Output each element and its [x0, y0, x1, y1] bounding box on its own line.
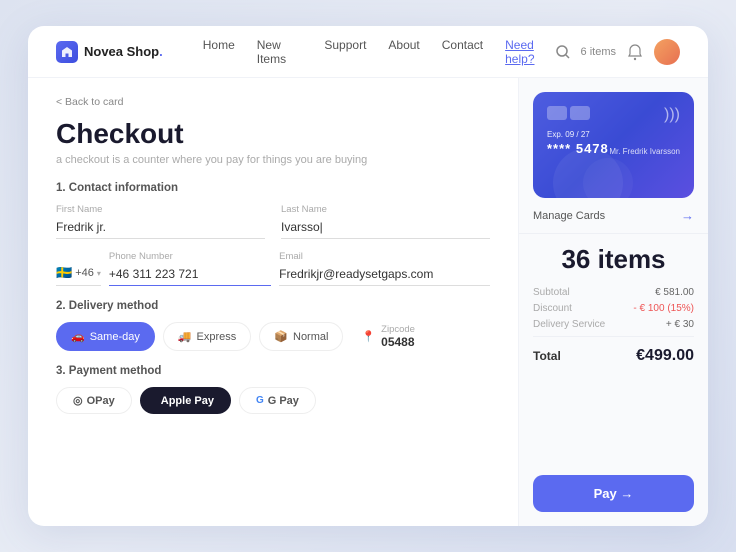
last-name-field: Last Name — [281, 204, 490, 239]
nfc-icon: ))) — [664, 106, 680, 124]
phone-field: Phone Number — [109, 251, 271, 286]
zipcode-value: 05488 — [381, 335, 415, 349]
order-summary: Subtotal € 581.00 Discount - € 100 (15%)… — [519, 281, 708, 467]
normal-icon: 📦 — [274, 330, 288, 343]
summary-divider — [533, 336, 694, 337]
logo-text: Novea Shop. — [84, 44, 163, 59]
nav-contact[interactable]: Contact — [442, 38, 483, 66]
nav-support[interactable]: Support — [324, 38, 366, 66]
same-day-icon: 🚗 — [71, 330, 85, 343]
express-label: Express — [197, 331, 237, 343]
phone-input[interactable] — [109, 264, 271, 286]
main-card: Novea Shop. Home New Items Support About… — [28, 26, 708, 526]
first-name-label: First Name — [56, 204, 265, 215]
zipcode-wrap: 📍 Zipcode 05488 — [361, 324, 415, 349]
express-icon: 🚚 — [178, 330, 192, 343]
email-field: Email — [279, 251, 490, 286]
pay-opay[interactable]: ◎ OPay — [56, 387, 132, 414]
logo: Novea Shop. — [56, 41, 163, 63]
nav-home[interactable]: Home — [203, 38, 235, 66]
opay-icon: ◎ — [73, 394, 83, 407]
normal-label: Normal — [293, 331, 328, 343]
phone-label: Phone Number — [109, 251, 271, 262]
nav-items-count: 6 items — [581, 46, 616, 58]
items-count-section: 36 items — [519, 234, 708, 281]
first-name-input[interactable] — [56, 217, 265, 239]
nav-need-help[interactable]: Need help? — [505, 38, 554, 66]
first-name-field: First Name — [56, 204, 265, 239]
gpay-icon: G — [256, 395, 264, 406]
country-code: +46 — [75, 267, 94, 279]
logo-icon — [56, 41, 78, 63]
manage-cards-label: Manage Cards — [533, 210, 605, 222]
nav-new-items[interactable]: New Items — [257, 38, 303, 66]
back-link[interactable]: < Back to card — [56, 96, 490, 108]
zipcode-label: Zipcode — [381, 324, 415, 335]
chip-block-1 — [547, 106, 567, 120]
pay-applepay[interactable]: Apple Pay — [140, 387, 231, 414]
chip-block-2 — [570, 106, 590, 120]
payment-section: 3. Payment method ◎ OPay Apple Pay G G P… — [56, 365, 490, 414]
last-name-input[interactable] — [281, 217, 490, 239]
delivery-row: Delivery Service + € 30 — [533, 319, 694, 330]
delivery-section: 2. Delivery method 🚗 Same-day 🚚 Express … — [56, 300, 490, 351]
email-label: Email — [279, 251, 490, 262]
phone-row: 🇸🇪 +46 ▾ Phone Number Email — [56, 251, 490, 286]
card-holder-name: Mr. Fredrik Ivarsson — [609, 147, 680, 156]
nav-right: 6 items — [555, 39, 680, 65]
bell-icon[interactable] — [626, 43, 644, 61]
subtotal-value: € 581.00 — [655, 287, 694, 298]
name-row: First Name Last Name — [56, 204, 490, 239]
pay-gpay[interactable]: G G Pay — [239, 387, 316, 414]
delivery-section-label: 2. Delivery method — [56, 300, 490, 312]
subtotal-row: Subtotal € 581.00 — [533, 287, 694, 298]
delivery-options: 🚗 Same-day 🚚 Express 📦 Normal 📍 — [56, 322, 490, 351]
subtotal-label: Subtotal — [533, 287, 570, 298]
payment-options: ◎ OPay Apple Pay G G Pay — [56, 387, 490, 414]
page-title: Checkout — [56, 118, 490, 150]
total-row: Total €499.00 — [533, 343, 694, 369]
same-day-label: Same-day — [90, 331, 140, 343]
user-avatar[interactable] — [654, 39, 680, 65]
discount-row: Discount - € 100 (15%) — [533, 303, 694, 314]
nav-about[interactable]: About — [388, 38, 419, 66]
delivery-label: Delivery Service — [533, 319, 605, 330]
flag-selector[interactable]: 🇸🇪 +46 ▾ — [56, 265, 101, 286]
delivery-normal[interactable]: 📦 Normal — [259, 322, 343, 351]
card-chip — [547, 106, 680, 120]
total-label: Total — [533, 349, 561, 363]
manage-cards-row[interactable]: Manage Cards → — [519, 198, 708, 234]
pay-button[interactable]: Pay → — [533, 475, 694, 512]
flag-icon: 🇸🇪 — [56, 265, 72, 281]
applepay-label: Apple Pay — [161, 395, 214, 407]
delivery-value: + € 30 — [666, 319, 694, 330]
delivery-express[interactable]: 🚚 Express — [163, 322, 251, 351]
gpay-label: G Pay — [268, 395, 299, 407]
location-icon: 📍 — [361, 330, 375, 343]
email-input[interactable] — [279, 264, 490, 286]
last-name-label: Last Name — [281, 204, 490, 215]
delivery-same-day[interactable]: 🚗 Same-day — [56, 322, 155, 351]
right-panel: ))) Exp. 09 / 27 **** 5478 Mr. Fredrik I… — [518, 78, 708, 526]
left-panel: < Back to card Checkout a checkout is a … — [28, 78, 518, 526]
items-count-big: 36 items — [533, 244, 694, 275]
navbar: Novea Shop. Home New Items Support About… — [28, 26, 708, 78]
discount-value: - € 100 (15%) — [633, 303, 694, 314]
nav-links: Home New Items Support About Contact Nee… — [203, 38, 555, 66]
total-value: €499.00 — [636, 347, 694, 365]
manage-cards-arrow-icon: → — [681, 208, 694, 223]
discount-label: Discount — [533, 303, 572, 314]
search-icon[interactable] — [555, 44, 571, 60]
payment-section-label: 3. Payment method — [56, 365, 490, 377]
card-expiry: Exp. 09 / 27 — [547, 130, 680, 139]
content: < Back to card Checkout a checkout is a … — [28, 78, 708, 526]
page-subtitle: a checkout is a counter where you pay fo… — [56, 154, 490, 166]
contact-section-label: 1. Contact information — [56, 182, 490, 194]
opay-label: OPay — [87, 395, 115, 407]
chevron-down-icon: ▾ — [97, 269, 101, 278]
credit-card: ))) Exp. 09 / 27 **** 5478 Mr. Fredrik I… — [533, 92, 694, 198]
